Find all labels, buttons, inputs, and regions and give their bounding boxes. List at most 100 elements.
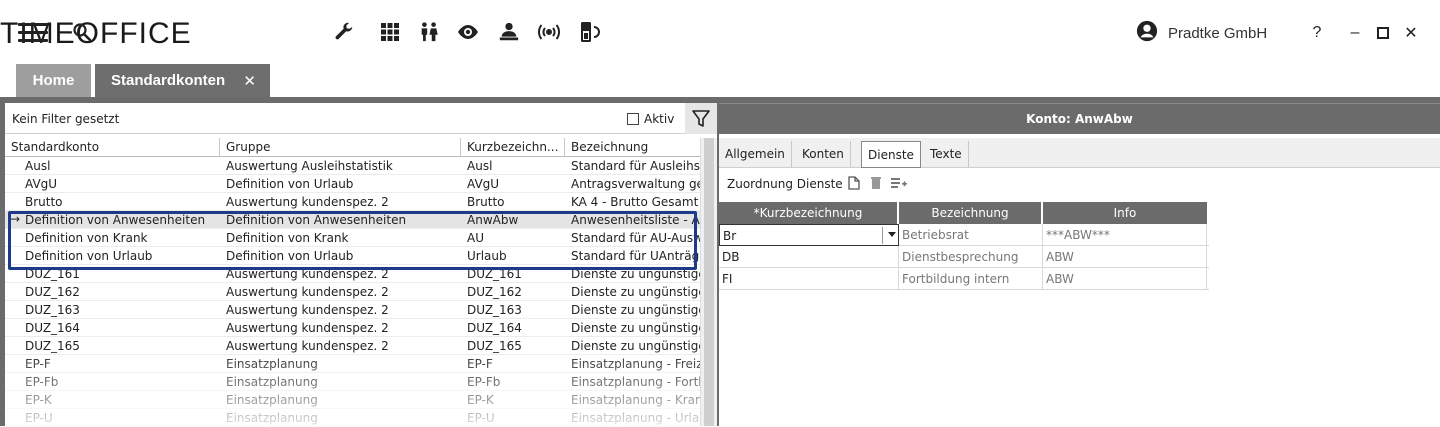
tab-standardkonten[interactable]: Standardkonten ✕ (95, 64, 270, 97)
cell-info: ***ABW*** (1043, 224, 1207, 246)
cell-bezeichnung: Betriebsrat (899, 224, 1043, 246)
grid-header: Standardkonto Gruppe Kurzbezeichn... Bez… (5, 138, 701, 157)
company-name: Pradtke GmbH (1168, 24, 1268, 42)
cell-bezeichnung: Anwesenheitsliste - Abwesenheiten (571, 213, 701, 227)
account-detail-panel: Konto: AnwAbw Allgemein Konten Dienste T… (719, 103, 1440, 426)
cell-standardkonto: EP-U (25, 411, 53, 425)
detail-tabs: Allgemein Konten Dienste Texte (719, 138, 1440, 168)
user-account[interactable]: Pradtke GmbH (1136, 0, 1267, 66)
search-icon[interactable] (70, 0, 94, 64)
table-row[interactable]: DUZ_162 Auswertung kundenspez. 2 DUZ_162 Di… (5, 283, 701, 301)
table-row[interactable]: EP-U Einsatzplanung EP-U Einsatzplanung - U… (5, 409, 701, 427)
cell-standardkonto: DUZ_162 (25, 285, 80, 299)
scrollbar-thumb[interactable] (704, 138, 714, 426)
cell-kurzbezeichnung: EP-F (467, 357, 493, 371)
tab-allgemein[interactable]: Allgemein (719, 141, 792, 167)
close-window-button[interactable]: ✕ (1399, 0, 1423, 66)
top-bar: TIMEOFFICE Pradtke GmbH ? – ✕ (0, 0, 1440, 64)
help-button[interactable]: ? (1305, 0, 1329, 66)
cell-bezeichnung: Dienste zu ungünstigen Zeiten (571, 303, 701, 317)
eye-icon[interactable] (455, 0, 481, 64)
content-frame: Kein Filter gesetzt Aktiv Standardkonto … (0, 97, 1440, 427)
table-row[interactable]: DUZ_163 Auswertung kundenspez. 2 DUZ_163 Di… (5, 301, 701, 319)
cell-gruppe: Definition von Anwesenheiten (226, 213, 407, 227)
cell-standardkonto: Brutto (25, 195, 63, 209)
wrench-icon[interactable] (331, 0, 357, 64)
cell-gruppe: Definition von Krank (226, 231, 349, 245)
cell-gruppe: Auswertung kundenspez. 2 (226, 267, 389, 281)
table-row[interactable]: → Definition von Anwesenheiten Definition … (5, 211, 701, 229)
col-header-bezeichnung[interactable]: Bezeichnung (565, 138, 701, 157)
cell-kurzbezeichnung: Ausl (467, 159, 493, 173)
cell-standardkonto: Definition von Krank (25, 231, 148, 245)
cell-gruppe: Einsatzplanung (226, 357, 318, 371)
cell-kurzbezeichnung-value: DB (722, 250, 740, 264)
add-row-icon[interactable] (891, 175, 907, 191)
aktiv-checkbox[interactable]: Aktiv (627, 112, 674, 126)
col-header-kurzbezeichnung[interactable]: *Kurzbezeichnung (719, 202, 899, 224)
cell-gruppe: Auswertung kundenspez. 2 (226, 303, 389, 317)
cell-kurzbezeichnung: FI (719, 268, 899, 290)
persons-icon[interactable] (416, 0, 442, 64)
col-header-kurzbezeichnung[interactable]: Kurzbezeichn... (461, 138, 565, 157)
detail-title: Konto: AnwAbw (719, 103, 1440, 134)
cell-standardkonto: DUZ_161 (25, 267, 80, 281)
table-row[interactable]: EP-Fb Einsatzplanung EP-Fb Einsatzplanung -… (5, 373, 701, 391)
table-row[interactable]: FI Fortbildung intern ABW (719, 268, 1209, 290)
accounts-grid: Standardkonto Gruppe Kurzbezeichn... Bez… (5, 138, 701, 427)
tab-texte[interactable]: Texte (924, 141, 969, 167)
col-header-gruppe[interactable]: Gruppe (220, 138, 461, 157)
cell-kurzbezeichnung: DB (719, 246, 899, 268)
table-row[interactable]: Br Betriebsrat ***ABW*** (719, 224, 1209, 246)
col-header-bezeichnung[interactable]: Bezeichnung (899, 202, 1043, 224)
delete-trash-icon[interactable] (868, 175, 884, 191)
table-row[interactable]: DB Dienstbesprechung ABW (719, 246, 1209, 268)
cell-gruppe: Definition von Urlaub (226, 249, 354, 263)
cell-bezeichnung: Dienste zu ungünstigen Zeiten (571, 321, 701, 335)
checkbox-box[interactable] (627, 113, 639, 125)
cell-kurzbezeichnung: DUZ_164 (467, 321, 522, 335)
hamburger-menu-icon[interactable] (16, 0, 50, 64)
dropdown-button[interactable] (882, 227, 898, 244)
cell-bezeichnung: Dienste zu ungünstigen Zeiten (571, 285, 701, 299)
cell-standardkonto: DUZ_163 (25, 303, 80, 317)
table-row[interactable]: EP-F Einsatzplanung EP-F Einsatzplanung - F… (5, 355, 701, 373)
signal-icon[interactable] (536, 0, 562, 64)
maximize-button[interactable] (1371, 0, 1395, 66)
cell-kurzbezeichnung: EP-K (467, 393, 494, 407)
table-row[interactable]: EP-K Einsatzplanung EP-K Einsatzplanung - K… (5, 391, 701, 409)
table-row[interactable]: Definition von Urlaub Definition von Urla… (5, 247, 701, 265)
col-header-info[interactable]: Info (1043, 202, 1209, 224)
table-row[interactable]: Definition von Krank Definition von Krank… (5, 229, 701, 247)
tab-home[interactable]: Home (16, 64, 91, 97)
table-row[interactable]: Brutto Auswertung kundenspez. 2 Brutto KA 4… (5, 193, 701, 211)
minimize-button[interactable]: – (1343, 0, 1367, 66)
tab-konten[interactable]: Konten (796, 141, 851, 167)
cell-bezeichnung: Dienste zu ungünstigen Zeiten (571, 339, 701, 353)
grid-icon[interactable] (377, 0, 403, 64)
new-document-icon[interactable] (846, 175, 862, 191)
tab-dienste[interactable]: Dienste (861, 141, 921, 168)
vertical-scrollbar[interactable] (700, 138, 717, 426)
table-row[interactable]: Ausl Auswertung Ausleihstatistik Ausl Stand… (5, 157, 701, 175)
cell-kurzbezeichnung[interactable]: Br (719, 224, 899, 246)
close-tab-icon[interactable]: ✕ (243, 72, 256, 90)
cell-kurzbezeichnung: AnwAbw (467, 213, 519, 227)
user-desk-icon[interactable] (496, 0, 522, 64)
cell-standardkonto: Definition von Urlaub (25, 249, 153, 263)
cell-kurzbezeichnung: DUZ_163 (467, 303, 522, 317)
cell-bezeichnung: Standard für AU-Auswertung (571, 231, 701, 245)
table-row[interactable]: AVgU Definition von Urlaub AVgU Antragsverw… (5, 175, 701, 193)
cell-gruppe: Auswertung kundenspez. 2 (226, 285, 389, 299)
col-header-standardkonto[interactable]: Standardkonto (5, 138, 220, 157)
table-row[interactable]: DUZ_164 Auswertung kundenspez. 2 DUZ_164 Di… (5, 319, 701, 337)
filter-funnel-icon[interactable] (685, 103, 717, 134)
cell-kurzbezeichnung: Urlaub (467, 249, 507, 263)
battery-phone-icon[interactable] (577, 0, 603, 64)
table-row[interactable]: DUZ_161 Auswertung kundenspez. 2 DUZ_161 Di… (5, 265, 701, 283)
filter-bar: Kein Filter gesetzt Aktiv (5, 103, 717, 134)
cell-standardkonto: AVgU (25, 177, 58, 191)
table-row[interactable]: DUZ_165 Auswertung kundenspez. 2 DUZ_165 Di… (5, 337, 701, 355)
dienste-grid: *Kurzbezeichnung Bezeichnung Info Br Betr… (719, 202, 1209, 290)
cell-bezeichnung: Antragsverwaltung genehmigter Urlaub (571, 177, 701, 191)
